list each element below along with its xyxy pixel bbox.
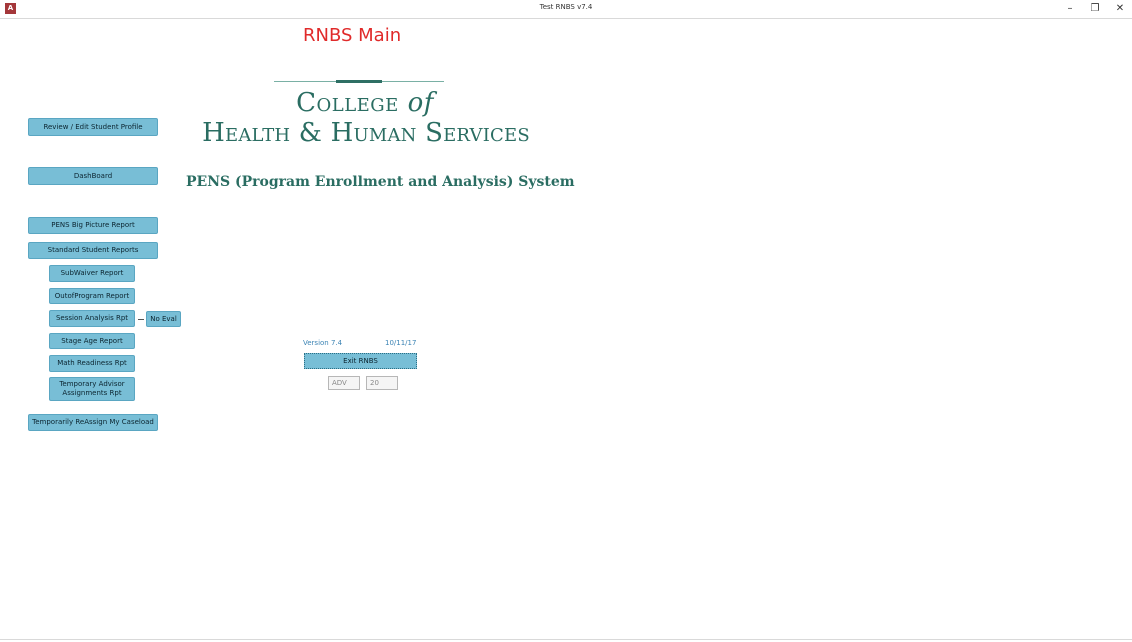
logo-college-text: College of [180, 88, 550, 118]
connector-line [138, 319, 144, 320]
form-title: RNBS Main [303, 25, 402, 46]
no-eval-button[interactable]: No Eval [146, 311, 181, 327]
session-analysis-button[interactable]: Session Analysis Rpt [49, 310, 135, 327]
logo-college-word: College [296, 88, 399, 118]
outofprogram-report-button[interactable]: OutofProgram Report [49, 288, 135, 304]
temp-advisor-assignments-button[interactable]: Temporary Advisor Assignments Rpt [49, 377, 135, 401]
stage-age-report-button[interactable]: Stage Age Report [49, 333, 135, 349]
logo-rule-accent [336, 80, 382, 83]
status-bar [0, 639, 1132, 640]
close-button[interactable]: ✕ [1110, 2, 1130, 16]
reassign-caseload-button[interactable]: Temporarily ReAssign My Caseload [28, 414, 158, 431]
adv-field[interactable]: ADV [328, 376, 360, 390]
review-edit-profile-button[interactable]: Review / Edit Student Profile [28, 118, 158, 136]
version-date: 10/11/17 [385, 339, 417, 347]
minimize-button[interactable]: – [1060, 2, 1080, 16]
logo-hhs-text: Health & Human Services [202, 118, 530, 148]
number-field[interactable]: 20 [366, 376, 398, 390]
version-label: Version 7.4 [303, 339, 343, 347]
window-titlebar: A Test RNBS v7.4 – ❐ ✕ [0, 0, 1132, 19]
standard-student-reports-button[interactable]: Standard Student Reports [28, 242, 158, 259]
restore-button[interactable]: ❐ [1085, 2, 1105, 16]
subwaiver-report-button[interactable]: SubWaiver Report [49, 265, 135, 282]
logo-of-word: of [407, 88, 434, 118]
big-picture-report-button[interactable]: PENS Big Picture Report [28, 217, 158, 234]
window-title: Test RNBS v7.4 [539, 3, 593, 11]
dashboard-button[interactable]: DashBoard [28, 167, 158, 185]
system-title: PENS (Program Enrollment and Analysis) S… [186, 174, 575, 190]
math-readiness-button[interactable]: Math Readiness Rpt [49, 355, 135, 372]
exit-rnbs-button[interactable]: Exit RNBS [304, 353, 417, 369]
